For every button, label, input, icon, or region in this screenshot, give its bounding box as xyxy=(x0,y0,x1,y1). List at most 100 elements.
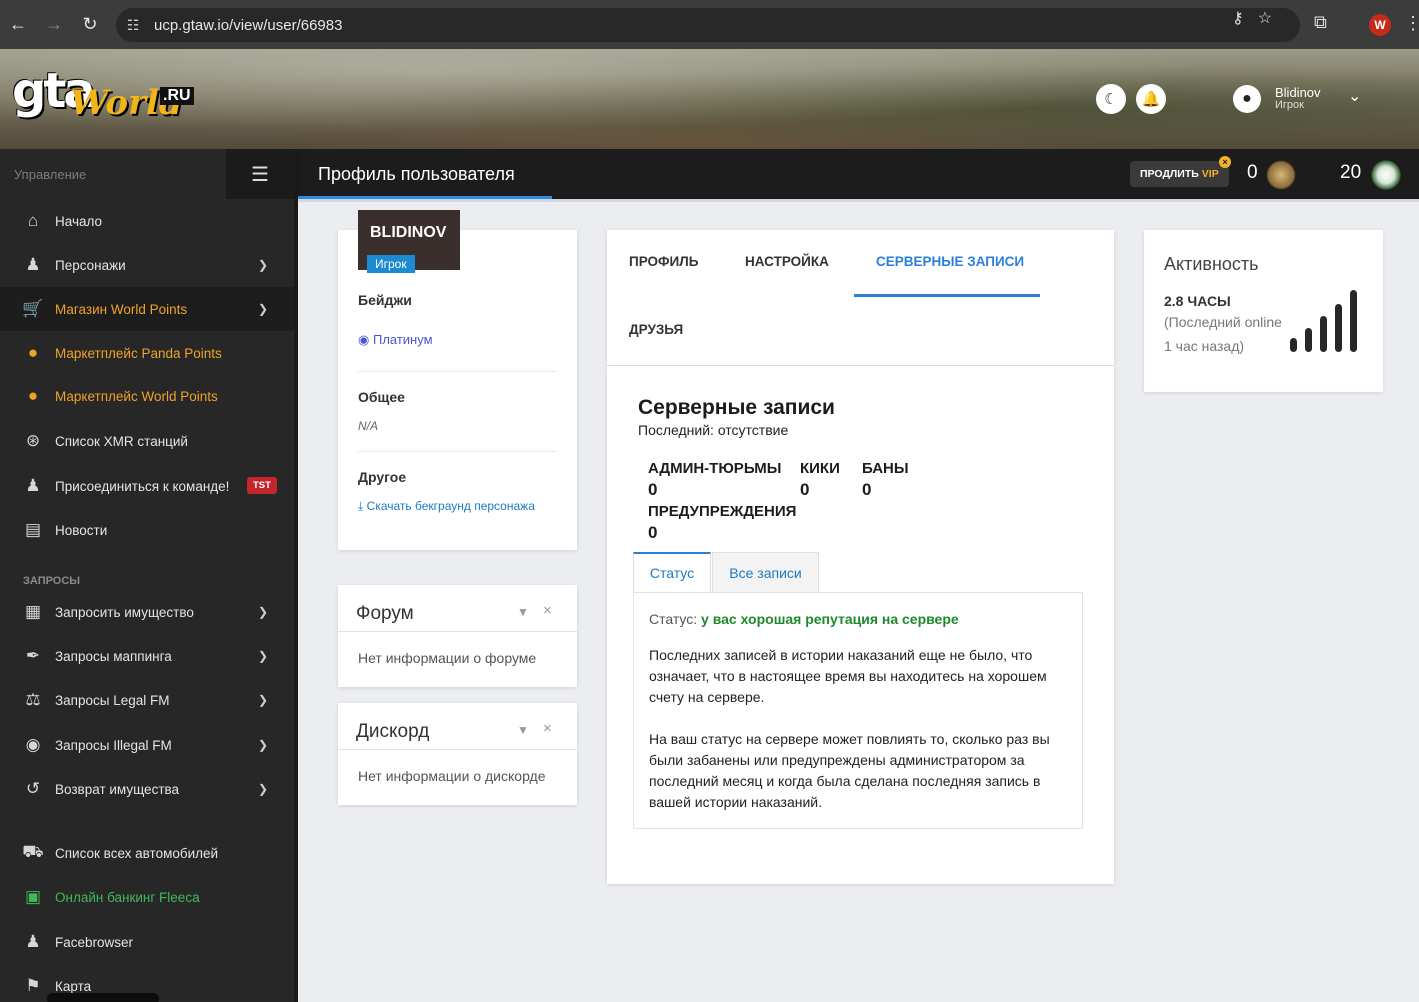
sidebar-item-fleeca-banking[interactable]: ▣ Онлайн банкинг Fleeca xyxy=(0,875,294,919)
avatar: ● xyxy=(1233,85,1261,113)
status-value: у вас хорошая репутация на сервере xyxy=(701,611,959,627)
sidebar-item-news[interactable]: ▤ Новости xyxy=(0,508,294,552)
sidebar-item-legal-fm[interactable]: ⚖ Запросы Legal FM ❯ xyxy=(0,678,294,722)
subtab-all-records[interactable]: Все записи xyxy=(712,552,819,592)
header-banner: gta World .RU xyxy=(0,49,1419,149)
admin-jails-value: 0 xyxy=(648,480,658,499)
sidebar-item-mapping-requests[interactable]: ✒ Запросы маппинга ❯ xyxy=(0,634,294,678)
back-icon[interactable]: ← xyxy=(0,7,36,43)
panda-icon[interactable] xyxy=(1371,160,1401,190)
scale-icon: ⚖ xyxy=(25,690,41,709)
subtab-status[interactable]: Статус xyxy=(633,552,711,592)
collapse-caret-icon[interactable]: ▼ xyxy=(517,605,529,619)
hamburger-menu-icon[interactable]: ☰ xyxy=(226,149,294,199)
chevron-down-icon: ❯ xyxy=(257,605,268,619)
address-bar[interactable]: ☷ ucp.gtaw.io/view/user/66983 xyxy=(116,8,1300,42)
tab-friends[interactable]: ДРУЗЬЯ xyxy=(629,322,683,337)
tab-profile[interactable]: ПРОФИЛЬ xyxy=(629,254,698,269)
close-icon[interactable]: × xyxy=(543,720,552,737)
brush-icon: ✒ xyxy=(25,646,41,665)
money-icon: ▣ xyxy=(24,887,42,906)
kicks-label: КИКИ xyxy=(800,460,840,477)
status-paragraph-2: На ваш статус на сервере может повлиять … xyxy=(649,731,1050,810)
platinum-badge-link[interactable]: ◉ Платинум xyxy=(358,332,433,348)
site-logo[interactable]: gta World .RU xyxy=(12,63,194,135)
admin-jails-label: АДМИН-ТЮРЬМЫ xyxy=(648,460,782,477)
warnings-value: 0 xyxy=(648,523,658,542)
activity-last-online: (Последний online xyxy=(1164,314,1282,330)
sidebar-header-label: Управление xyxy=(14,166,87,182)
sidebar-item-world-points-shop[interactable]: 🛒 Магазин World Points ❯ xyxy=(0,287,294,331)
browser-profile-avatar[interactable]: W xyxy=(1369,14,1391,36)
browser-menu-icon[interactable]: ⋮ xyxy=(1404,13,1419,34)
world-points-badge-icon[interactable] xyxy=(1266,160,1296,190)
signal-bar xyxy=(1320,316,1327,352)
map-icon: ⚑ xyxy=(25,976,41,995)
chevron-down-icon: ❯ xyxy=(257,738,268,752)
dark-mode-moon-icon[interactable]: ☾ xyxy=(1096,84,1126,114)
url-text: ucp.gtaw.io/view/user/66983 xyxy=(154,16,343,34)
extend-vip-button[interactable]: ПРОДЛИТЬ VIP xyxy=(1130,161,1229,187)
sidebar-item-property-return[interactable]: ↺ Возврат имущества ❯ xyxy=(0,767,294,811)
active-tab-underline xyxy=(854,294,1040,297)
broadcast-icon: ⊛ xyxy=(25,431,41,450)
user-menu[interactable]: ● Blidinov Игрок xyxy=(1233,84,1321,114)
status-paragraph-1: Последних записей в истории наказаний ещ… xyxy=(649,647,1047,705)
extensions-icon[interactable]: ⧉ xyxy=(1314,12,1327,33)
tab-server-records[interactable]: СЕРВЕРНЫЕ ЗАПИСИ xyxy=(876,254,1024,269)
profile-name-tag: BLIDINOV Игрок xyxy=(358,210,460,273)
discord-title: Дискорд xyxy=(356,721,430,742)
sidebar-item-facebrowser[interactable]: ♟ Facebrowser xyxy=(0,920,294,964)
activity-title: Активность xyxy=(1164,254,1259,274)
page-title: Профиль пользователя xyxy=(318,164,515,184)
site-settings-icon[interactable]: ☷ xyxy=(116,17,150,34)
notifications-bell-icon[interactable]: 🔔 xyxy=(1136,84,1166,114)
warnings-label: ПРЕДУПРЕЖДЕНИЯ xyxy=(648,503,797,520)
kicks-value: 0 xyxy=(800,480,810,499)
password-key-icon[interactable]: ⚷ xyxy=(1232,8,1244,28)
activity-hours: 2.8 ЧАСЫ xyxy=(1164,293,1231,309)
world-points-count: 0 xyxy=(1247,162,1258,183)
collapse-caret-icon[interactable]: ▼ xyxy=(517,723,529,737)
sidebar-item-xmr-stations[interactable]: ⊛ Список XMR станций xyxy=(0,419,294,463)
records-last: Последний: отсутствие xyxy=(638,422,789,438)
coins-icon: ● xyxy=(27,343,39,362)
user-name: Blidinov xyxy=(1275,85,1321,100)
divider xyxy=(358,371,557,372)
sidebar-item-request-property[interactable]: ▦ Запросить имущество ❯ xyxy=(0,590,294,634)
sidebar-item-world-marketplace[interactable]: ● Маркетплейс World Points xyxy=(0,374,294,418)
sidebar-item-panda-marketplace[interactable]: ● Маркетплейс Panda Points xyxy=(0,331,294,375)
users-icon: ♟ xyxy=(25,932,41,951)
sidebar-scrollbar[interactable] xyxy=(294,149,298,1002)
chevron-down-icon[interactable]: ⌄ xyxy=(1348,86,1361,106)
sidebar: Управление ☰ ⌂ Начало ♟ Персонажи ❯ 🛒 Ма… xyxy=(0,149,294,1002)
reload-icon[interactable]: ↻ xyxy=(72,7,108,43)
general-value: N/A xyxy=(358,419,379,433)
status-pane: Статус: у вас хорошая репутация на серве… xyxy=(633,592,1083,829)
vip-close-icon[interactable]: × xyxy=(1219,156,1231,168)
profile-card: Бейджи ◉ Платинум Общее N/A Другое ⤓ Ска… xyxy=(338,230,577,550)
close-icon[interactable]: × xyxy=(543,602,552,619)
sidebar-item-characters[interactable]: ♟ Персонажи ❯ xyxy=(0,243,294,287)
tab-settings[interactable]: НАСТРОЙКА xyxy=(745,254,829,269)
home-icon: ⌂ xyxy=(27,211,39,230)
signal-bar xyxy=(1335,304,1342,352)
divider xyxy=(358,451,557,452)
records-title: Серверные записи xyxy=(638,396,835,419)
sidebar-item-join-team[interactable]: ♟ Присоединиться к команде! TST xyxy=(0,464,294,508)
tst-badge: TST xyxy=(247,477,277,494)
undo-icon: ↺ xyxy=(25,779,41,798)
car-icon: ⛟ xyxy=(22,842,44,861)
download-background-link[interactable]: ⤓ Скачать бекграунд персонажа xyxy=(358,499,535,514)
sidebar-item-home[interactable]: ⌂ Начало xyxy=(0,199,294,243)
bookmark-star-icon[interactable]: ☆ xyxy=(1258,8,1272,28)
forward-icon[interactable]: → xyxy=(36,7,72,43)
activity-ago: 1 час назад) xyxy=(1164,338,1245,354)
sidebar-section-requests: ЗАПРОСЫ xyxy=(23,575,81,587)
activity-card: Активность 2.8 ЧАСЫ (Последний online 1 … xyxy=(1144,230,1383,392)
sidebar-item-all-vehicles[interactable]: ⛟ Список всех автомобилей xyxy=(0,831,294,875)
sidebar-item-illegal-fm[interactable]: ◉ Запросы Illegal FM ❯ xyxy=(0,723,294,767)
general-heading: Общее xyxy=(358,389,405,405)
chevron-down-icon: ❯ xyxy=(257,782,268,796)
chevron-down-icon: ❯ xyxy=(257,649,268,663)
